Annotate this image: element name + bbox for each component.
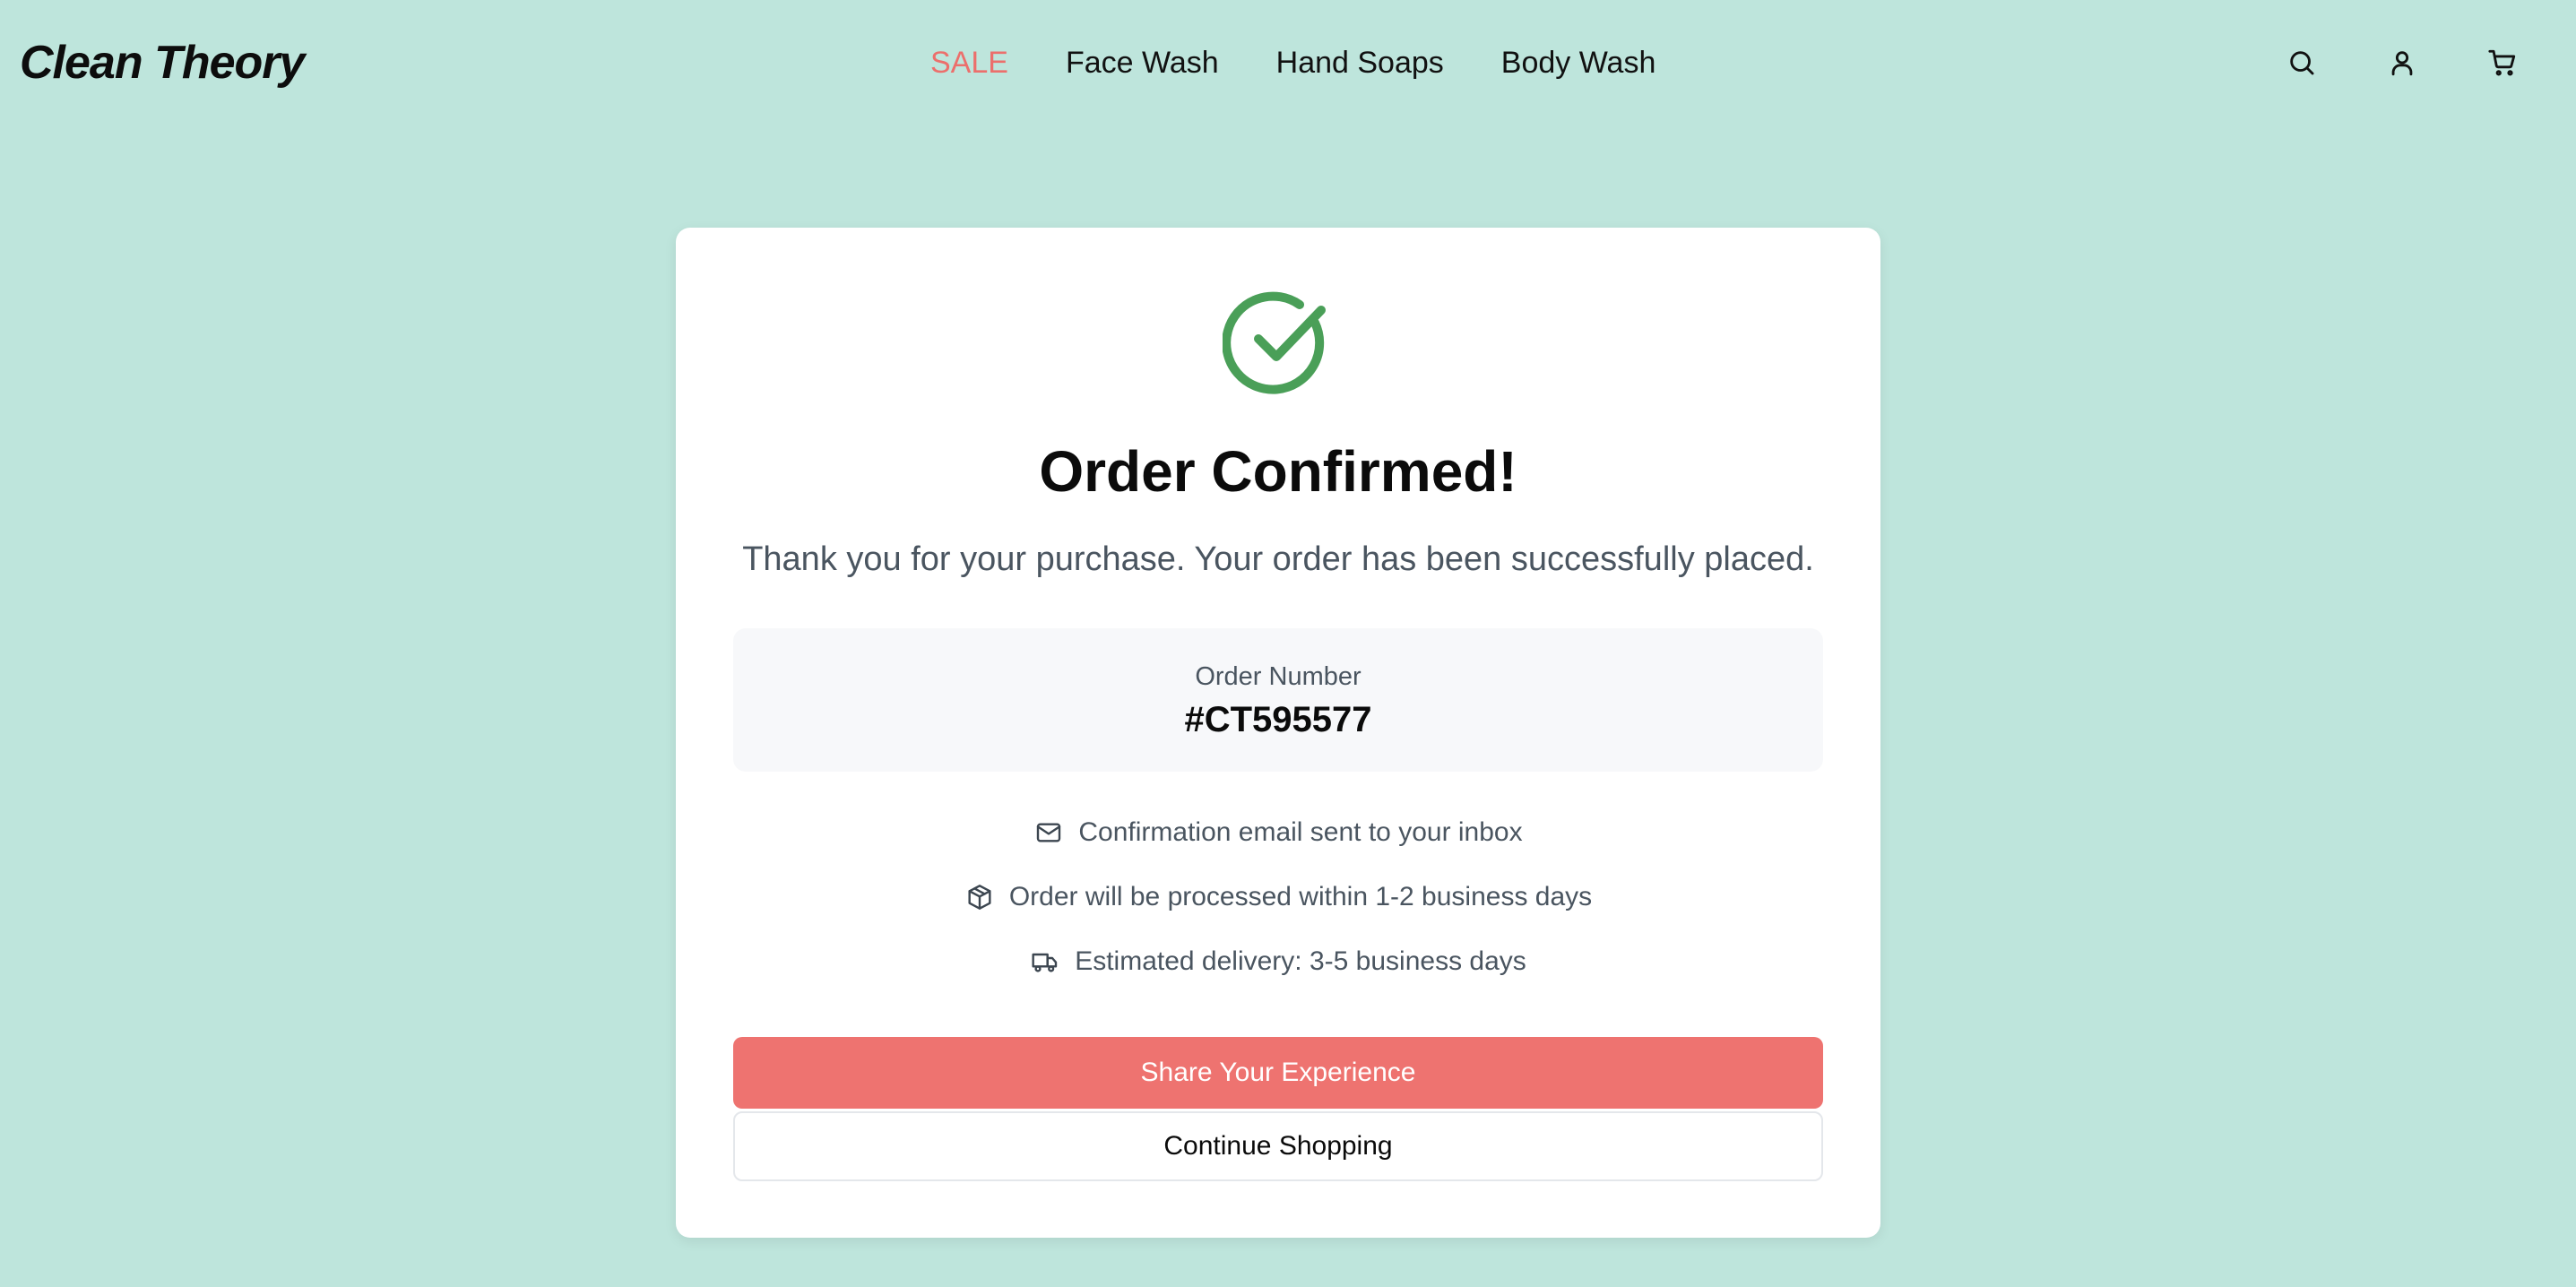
order-confirmation-card: Order Confirmed! Thank you for your purc… (676, 228, 1880, 1238)
nav-item-body-wash[interactable]: Body Wash (1501, 41, 1656, 84)
info-processing-text: Order will be processed within 1-2 busin… (1008, 882, 1593, 911)
info-processing: Order will be processed within 1-2 busin… (676, 876, 1880, 919)
package-icon (964, 882, 995, 912)
continue-shopping-button[interactable]: Continue Shopping (733, 1111, 1823, 1181)
nav-item-face-wash[interactable]: Face Wash (1066, 41, 1219, 84)
order-number-panel: Order Number #CT595577 (733, 628, 1823, 772)
nav-item-sale[interactable]: SALE (930, 41, 1008, 84)
page-title: Order Confirmed! (1039, 439, 1517, 504)
order-number-label: Order Number (1195, 662, 1361, 691)
truck-icon (1030, 946, 1060, 977)
mail-icon (1033, 817, 1064, 848)
site-header: Clean Theory SALE Face Wash Hand Soaps B… (0, 0, 2576, 125)
info-email-text: Confirmation email sent to your inbox (1078, 817, 1523, 847)
success-check-icon (1222, 287, 1334, 398)
info-email: Confirmation email sent to your inbox (676, 811, 1880, 854)
order-number-value: #CT595577 (1184, 700, 1372, 739)
account-icon[interactable] (2382, 43, 2422, 82)
nav-item-hand-soaps[interactable]: Hand Soaps (1276, 41, 1444, 84)
info-delivery: Estimated delivery: 3-5 business days (676, 940, 1880, 983)
share-experience-button[interactable]: Share Your Experience (733, 1037, 1823, 1109)
info-delivery-text: Estimated delivery: 3-5 business days (1075, 946, 1526, 976)
cart-icon[interactable] (2483, 43, 2522, 82)
search-icon[interactable] (2282, 43, 2321, 82)
brand-logo[interactable]: Clean Theory (20, 32, 305, 93)
main-nav: SALE Face Wash Hand Soaps Body Wash (930, 41, 1713, 84)
header-actions (2282, 43, 2522, 82)
confirmation-message: Thank you for your purchase. Your order … (742, 540, 1814, 578)
